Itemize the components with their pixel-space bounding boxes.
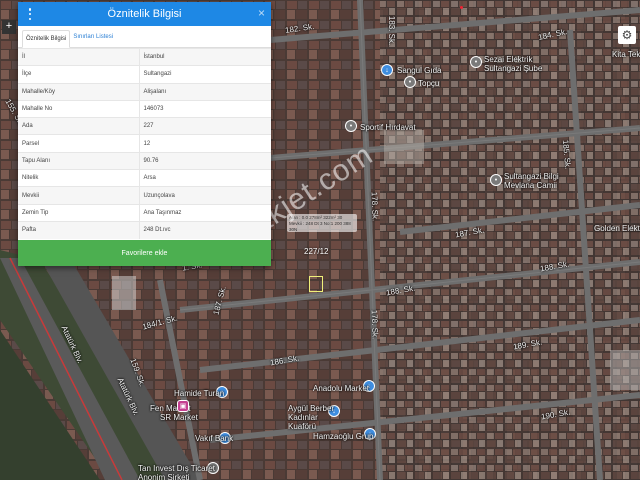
attribute-key: Mevkii [18, 186, 139, 205]
attribute-key: Parsel [18, 134, 139, 153]
attribute-panel: Öznitelik Bilgisi × Öznitelik Bilgisi Sı… [18, 2, 271, 266]
poi-label: SR Market [160, 413, 198, 422]
store-icon[interactable]: ▣ [177, 400, 189, 412]
panel-title: Öznitelik Bilgisi [107, 8, 182, 20]
attribute-key: Ada [18, 117, 139, 135]
settings-icon[interactable]: ⚙ [618, 26, 636, 44]
attribute-value: Uzunçolava [138, 186, 271, 205]
attribute-value: 146073 [138, 99, 271, 118]
poi-label: Tan Invest Dış Ticaret Anonim Şirketi [138, 464, 215, 480]
poi-label: Anadolu Market [313, 384, 370, 393]
table-row: Mevkii Uzunçolava [18, 186, 271, 205]
attribute-value: 248 Dt.ıvc [138, 220, 271, 239]
poi-label: Topçu [418, 79, 440, 88]
attribute-value: 227 [138, 117, 271, 135]
table-row: Mahalle/Köy Alişalanı [18, 82, 271, 101]
pin-icon[interactable]: • [404, 76, 416, 88]
attribute-key: Nitelik [18, 169, 139, 187]
table-row: Mahalle No 146073 [18, 99, 271, 118]
table-row: Tapu Alanı 90.76 [18, 151, 271, 170]
poi-label: Sultangazi Bilgi Mevlana Camii [504, 172, 559, 190]
table-row: Ada 227 [18, 117, 271, 135]
pin-icon[interactable]: ↓ [381, 64, 393, 76]
table-row: İlçe Sultangazi [18, 65, 271, 84]
street-label: 178. Sk. [369, 309, 380, 340]
attribute-key: İlçe [18, 65, 139, 84]
table-row: Pafta 248 Dt.ıvc [18, 220, 271, 239]
street-label: 178. Sk. [369, 191, 380, 222]
attribute-key: Pafta [18, 220, 139, 239]
table-row: Nitelik Arsa [18, 169, 271, 187]
poi-label: Kita Tekstil [612, 50, 640, 59]
tab-boundary-list[interactable]: Sınırları Listesi [70, 29, 116, 47]
poi-label: Hamzaoğlu Grup [313, 432, 374, 441]
street-label: 183. Sk. [387, 15, 397, 46]
parcel-tooltip-line: Mevkii : 248 Dt 3 No:1 200 388 30N [289, 221, 351, 232]
pin-icon[interactable]: • [470, 56, 482, 68]
panel-header: Öznitelik Bilgisi × [18, 2, 271, 26]
more-vertical-icon[interactable] [26, 7, 34, 21]
tab-bar: Öznitelik Bilgisi Sınırları Listesi [18, 26, 271, 48]
attribute-key: Zemin Tip [18, 203, 139, 222]
attribute-key: Mahalle No [18, 99, 139, 118]
poi-label: Sangul Gıda [397, 66, 442, 75]
poi-label: Sportif Hırdavat [360, 123, 416, 132]
poi-label: Golden Elektrik [594, 224, 640, 233]
zoom-in-button[interactable]: + [2, 20, 16, 34]
poi-label: Hamide Turan [174, 389, 225, 398]
poi-label: Aygül Berber Kadınlar Kuaförü [288, 404, 335, 431]
parcel-label: 227/12 [304, 247, 329, 256]
attribute-value: İstanbul [138, 47, 271, 66]
attribute-value: Alişalanı [138, 82, 271, 101]
attribute-value: Arsa [138, 169, 271, 187]
poi-label: Vakıf Bank [195, 434, 234, 443]
attribute-key: Tapu Alanı [18, 151, 139, 170]
pin-icon[interactable]: • [490, 174, 502, 186]
table-row: Zemin Tip Ana Taşınmaz [18, 203, 271, 222]
table-row: İl İstanbul [18, 47, 271, 66]
attribute-table: İl İstanbul İlçe Sultangazi Mahalle/Köy Alişa… [18, 47, 271, 239]
attribute-value: Sultangazi [138, 65, 271, 84]
location-dot [460, 6, 463, 9]
attribute-value: 12 [138, 134, 271, 153]
pin-icon[interactable]: • [345, 120, 357, 132]
close-icon[interactable]: × [258, 6, 265, 20]
poi-label: Sezai Elektrik Sultangazi Şube [484, 55, 543, 73]
parcel-outline[interactable] [309, 276, 323, 292]
add-to-favorites-button[interactable]: Favorilere ekle [18, 240, 271, 266]
attribute-value: 90.76 [138, 151, 271, 170]
attribute-value: Ana Taşınmaz [138, 203, 271, 222]
table-row: Parsel 12 [18, 134, 271, 153]
attribute-key: İl [18, 47, 139, 66]
tab-attribute-info[interactable]: Öznitelik Bilgisi [22, 30, 71, 48]
attribute-key: Mahalle/Köy [18, 82, 139, 101]
